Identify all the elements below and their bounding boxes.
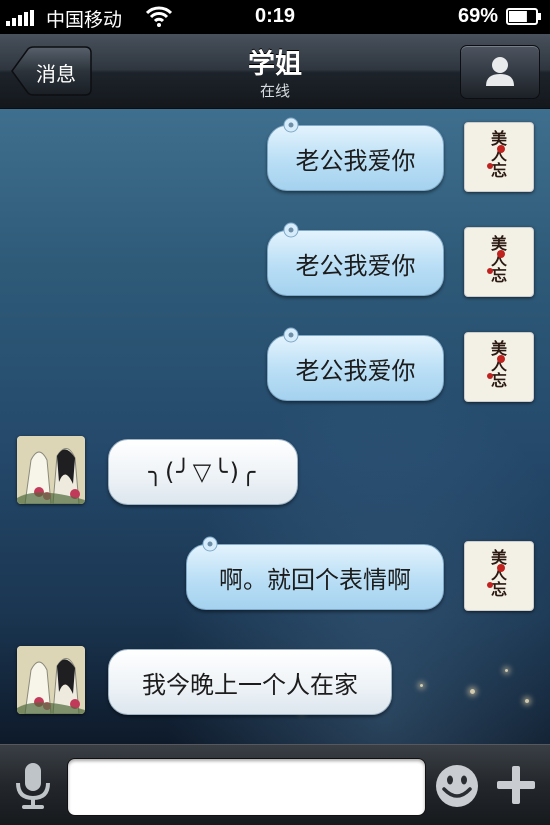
avatar-decoration xyxy=(487,163,493,169)
avatar-decoration xyxy=(497,564,505,572)
contact-avatar[interactable] xyxy=(17,436,85,504)
bubble-tail xyxy=(283,117,299,133)
avatar-calligraphy: 美人忘 xyxy=(490,339,507,390)
profile-button[interactable] xyxy=(460,45,540,99)
battery-icon xyxy=(506,8,541,25)
plus-icon[interactable] xyxy=(495,764,537,806)
avatar-decoration xyxy=(497,145,505,153)
message-bubble-outgoing[interactable]: 老公我爱你 xyxy=(267,335,444,401)
avatar-calligraphy: 美人忘 xyxy=(490,548,507,599)
avatar-decoration xyxy=(497,250,505,258)
contact-avatar[interactable] xyxy=(17,646,85,714)
status-bar: 中国移动 0:19 69% xyxy=(0,0,550,34)
message-text: 老公我爱你 xyxy=(295,356,416,385)
wechat-chat-screen: 中国移动 0:19 69% 消息 学姐 在线 美人忘 老公我爱你 美人忘 老公我… xyxy=(0,0,550,825)
avatar-decoration xyxy=(487,373,493,379)
my-avatar[interactable]: 美人忘 xyxy=(464,227,534,297)
microphone-icon[interactable] xyxy=(12,761,54,811)
message-text: ╮(╯▽╰)╭ xyxy=(148,458,258,486)
avatar-calligraphy: 美人忘 xyxy=(490,234,507,285)
background-light xyxy=(420,684,423,687)
avatar-illustration xyxy=(17,436,85,504)
avatar-decoration xyxy=(487,582,493,588)
background-light xyxy=(525,699,529,703)
message-bubble-outgoing[interactable]: 老公我爱你 xyxy=(267,230,444,296)
chat-area[interactable]: 美人忘 老公我爱你 美人忘 老公我爱你 美人忘 老公我爱你 ╮(╯▽╰)╭ 美人… xyxy=(0,109,550,744)
input-toolbar xyxy=(0,744,550,825)
background-light xyxy=(505,669,508,672)
message-text: 老公我爱你 xyxy=(295,146,416,175)
my-avatar[interactable]: 美人忘 xyxy=(464,122,534,192)
message-input[interactable] xyxy=(67,758,426,816)
message-bubble-outgoing[interactable]: 老公我爱你 xyxy=(267,125,444,191)
bubble-tail xyxy=(283,222,299,238)
avatar-decoration xyxy=(487,268,493,274)
my-avatar[interactable]: 美人忘 xyxy=(464,332,534,402)
message-text: 我今晚上一个人在家 xyxy=(142,670,358,699)
avatar-decoration xyxy=(497,355,505,363)
bubble-tail xyxy=(283,327,299,343)
navigation-bar: 消息 学姐 在线 xyxy=(0,34,550,109)
person-icon xyxy=(486,57,514,86)
message-bubble-incoming[interactable]: ╮(╯▽╰)╭ xyxy=(108,439,298,505)
bubble-tail xyxy=(202,536,218,552)
avatar-illustration xyxy=(17,646,85,714)
my-avatar[interactable]: 美人忘 xyxy=(464,541,534,611)
smiley-icon[interactable] xyxy=(434,763,480,809)
avatar-calligraphy: 美人忘 xyxy=(490,129,507,180)
message-bubble-outgoing[interactable]: 啊。就回个表情啊 xyxy=(186,544,444,610)
message-text: 啊。就回个表情啊 xyxy=(219,565,411,594)
message-bubble-incoming[interactable]: 我今晚上一个人在家 xyxy=(108,649,392,715)
background-light xyxy=(470,689,475,694)
message-text: 老公我爱你 xyxy=(295,251,416,280)
battery-percent: 69% xyxy=(457,5,498,27)
